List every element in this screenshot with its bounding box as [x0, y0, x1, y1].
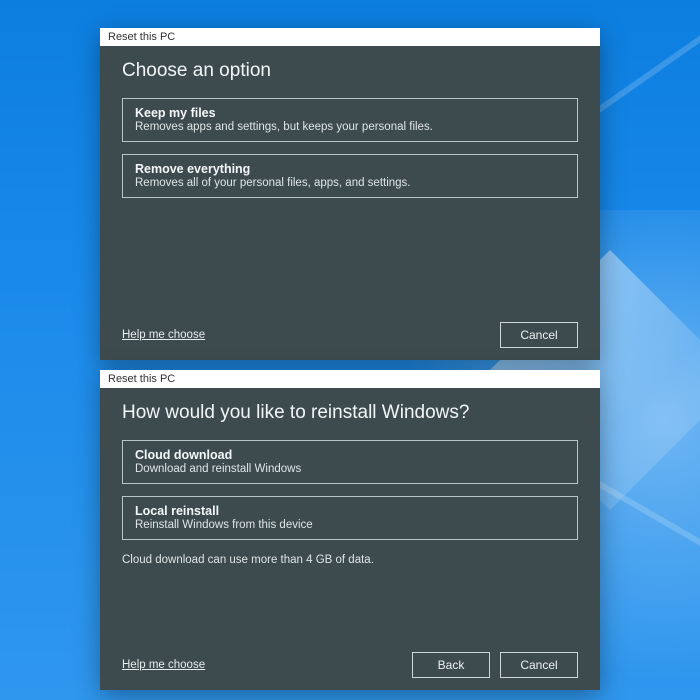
- help-me-choose-link[interactable]: Help me choose: [122, 659, 205, 671]
- dialog-titlebar: Reset this PC: [100, 370, 600, 388]
- help-me-choose-link[interactable]: Help me choose: [122, 329, 205, 341]
- reset-pc-dialog-reinstall-method: Reset this PC How would you like to rein…: [100, 370, 600, 690]
- option-title: Local reinstall: [135, 504, 565, 518]
- button-row: Cancel: [500, 322, 578, 348]
- dialog-body: Choose an option Keep my files Removes a…: [100, 46, 600, 360]
- option-desc: Removes all of your personal files, apps…: [135, 177, 565, 189]
- reset-pc-dialog-choose-option: Reset this PC Choose an option Keep my f…: [100, 28, 600, 360]
- back-button[interactable]: Back: [412, 652, 490, 678]
- dialog-footer: Help me choose Cancel: [122, 314, 578, 348]
- option-desc: Reinstall Windows from this device: [135, 519, 565, 531]
- option-desc: Download and reinstall Windows: [135, 463, 565, 475]
- dialog-body: How would you like to reinstall Windows?…: [100, 388, 600, 690]
- dialog-heading: Choose an option: [122, 60, 578, 82]
- dialog-footer: Help me choose Back Cancel: [122, 644, 578, 678]
- option-desc: Removes apps and settings, but keeps you…: [135, 121, 565, 133]
- dialog-heading: How would you like to reinstall Windows?: [122, 402, 578, 424]
- option-remove-everything[interactable]: Remove everything Removes all of your pe…: [122, 154, 578, 198]
- option-title: Keep my files: [135, 106, 565, 120]
- cancel-button[interactable]: Cancel: [500, 652, 578, 678]
- option-keep-my-files[interactable]: Keep my files Removes apps and settings,…: [122, 98, 578, 142]
- dialog-titlebar: Reset this PC: [100, 28, 600, 46]
- option-local-reinstall[interactable]: Local reinstall Reinstall Windows from t…: [122, 496, 578, 540]
- option-cloud-download[interactable]: Cloud download Download and reinstall Wi…: [122, 440, 578, 484]
- option-title: Remove everything: [135, 162, 565, 176]
- option-title: Cloud download: [135, 448, 565, 462]
- cloud-download-note: Cloud download can use more than 4 GB of…: [122, 554, 578, 566]
- button-row: Back Cancel: [412, 652, 578, 678]
- cancel-button[interactable]: Cancel: [500, 322, 578, 348]
